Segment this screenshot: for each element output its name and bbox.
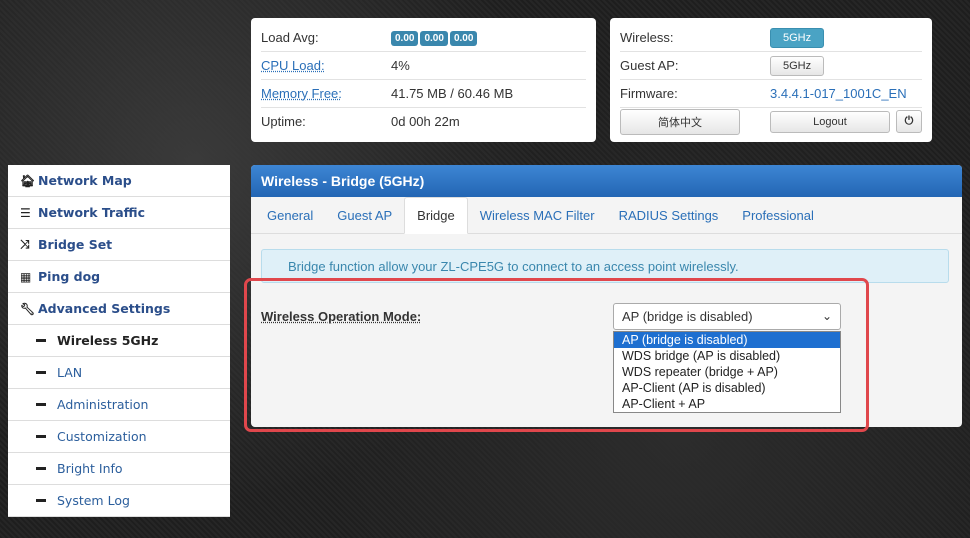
sidebar-item-ping-dog[interactable]: ▦ Ping dog [8,261,230,293]
dash-icon [36,371,46,374]
memory-free-value: 41.75 MB / 60.46 MB [391,86,514,101]
sidebar-subitem-administration[interactable]: Administration [8,389,230,421]
language-slot: 简体中文 [620,108,770,135]
chevron-down-icon: ⌄ [821,309,832,323]
actions-row: 简体中文 Logout ⏻ [620,108,922,135]
memory-free-link[interactable]: Memory Free: [261,86,391,101]
firmware-label: Firmware: [620,86,678,101]
uptime-value: 0d 00h 22m [391,114,460,129]
power-icon[interactable]: ⏻ [896,110,922,133]
sidebar-subitem-label: Wireless 5GHz [57,333,159,348]
panel-title: Wireless - Bridge (5GHz) [251,165,962,197]
dash-icon [36,499,46,502]
option-ap-client[interactable]: AP-Client (AP is disabled) [614,380,840,396]
uptime-row: Uptime: 0d 00h 22m [261,108,586,135]
sidebar-item-label: Network Map [38,173,132,188]
load-avg-15min: 0.00 [449,31,478,46]
firmware-version: 3.4.4.1-017_1001C_EN [770,86,907,101]
operation-mode-select[interactable]: AP (bridge is disabled) ⌄ [613,303,841,330]
option-ap[interactable]: AP (bridge is disabled) [614,332,840,348]
sidebar-subitem-customization[interactable]: Customization [8,421,230,453]
sidebar-subitem-lan[interactable]: LAN [8,357,230,389]
wrench-icon: 🔧︎ [20,301,36,316]
tab-general[interactable]: General [255,197,325,233]
sidebar-item-label: Bridge Set [38,237,113,252]
sidebar-menu: 🏠︎ Network Map ☰ Network Traffic ⤨ Bridg… [8,165,230,517]
dash-icon [36,403,46,406]
tab-guest-ap[interactable]: Guest AP [325,197,404,233]
home-icon: 🏠︎ [20,173,36,188]
wireless-5ghz-button[interactable]: 5GHz [770,27,825,48]
sidebar-subitem-label: Administration [57,397,149,412]
sidebar-subitem-wireless-5ghz[interactable]: Wireless 5GHz [8,325,230,357]
sidebar-item-network-traffic[interactable]: ☰ Network Traffic [8,197,230,229]
tab-wireless-mac-filter[interactable]: Wireless MAC Filter [468,197,607,233]
dash-icon [36,435,46,438]
load-avg-values: 0.00 0.00 0.00 [391,29,479,46]
load-avg-5min: 0.00 [420,31,448,46]
cpu-load-row: CPU Load: 4% [261,52,586,80]
list-icon: ☰ [20,205,31,220]
settings-tabs: General Guest AP Bridge Wireless MAC Fil… [251,197,962,234]
grid-icon: ▦ [20,269,32,284]
load-avg-1min: 0.00 [391,31,419,46]
sidebar-subitem-bright-info[interactable]: Bright Info [8,453,230,485]
sidebar-subitem-label: Bright Info [57,461,123,476]
system-status-card: Load Avg: 0.00 0.00 0.00 CPU Load: 4% Memo… [251,18,596,142]
sidebar-item-label: Network Traffic [38,205,145,220]
uptime-label: Uptime: [261,114,306,129]
firmware-row: Firmware: 3.4.4.1-017_1001C_EN [620,80,922,108]
bridge-settings-panel: Wireless - Bridge (5GHz) General Guest A… [251,165,962,427]
dash-icon [36,467,46,470]
guest-ap-label: Guest AP: [620,58,679,73]
tab-radius-settings[interactable]: RADIUS Settings [607,197,731,233]
sidebar-item-network-map[interactable]: 🏠︎ Network Map [8,165,230,197]
load-avg-label: Load Avg: [261,30,319,45]
device-info-card: Wireless: 5GHz Guest AP: 5GHz Firmware: … [610,18,932,142]
logout-button[interactable]: Logout [770,110,890,133]
wireless-label: Wireless: [620,30,674,45]
operation-mode-label: Wireless Operation Mode: [261,309,422,324]
guest-ap-row: Guest AP: 5GHz [620,52,922,80]
cpu-load-link[interactable]: CPU Load: [261,58,391,73]
cpu-load-value: 4% [391,58,410,73]
operation-mode-dropdown: AP (bridge is disabled) WDS bridge (AP i… [613,331,841,413]
sidebar-item-label: Ping dog [38,269,101,284]
sidebar-item-label: Advanced Settings [38,301,171,316]
option-wds-bridge[interactable]: WDS bridge (AP is disabled) [614,348,840,364]
memory-row: Memory Free: 41.75 MB / 60.46 MB [261,80,586,108]
wireless-row: Wireless: 5GHz [620,24,922,52]
guest-ap-5ghz-button[interactable]: 5GHz [770,55,825,76]
language-button[interactable]: 简体中文 [620,108,740,135]
info-notice: Bridge function allow your ZL-CPE5G to c… [261,249,949,283]
option-ap-client-ap[interactable]: AP-Client + AP [614,396,840,412]
notice-text: Bridge function allow your ZL-CPE5G to c… [288,258,739,274]
sidebar-subitem-label: LAN [57,365,83,380]
sidebar-item-bridge-set[interactable]: ⤨ Bridge Set [8,229,230,261]
sidebar-subitem-system-log[interactable]: System Log [8,485,230,517]
operation-mode-value: AP (bridge is disabled) [622,309,753,324]
dash-icon [36,339,46,342]
shuffle-icon: ⤨ [20,237,30,251]
option-wds-repeater[interactable]: WDS repeater (bridge + AP) [614,364,840,380]
tab-professional[interactable]: Professional [730,197,826,233]
load-avg-row: Load Avg: 0.00 0.00 0.00 [261,24,586,52]
tab-bridge[interactable]: Bridge [404,197,468,234]
sidebar-item-advanced-settings[interactable]: 🔧︎ Advanced Settings [8,293,230,325]
sidebar-subitem-label: Customization [57,429,147,444]
sidebar-subitem-label: System Log [57,493,130,508]
